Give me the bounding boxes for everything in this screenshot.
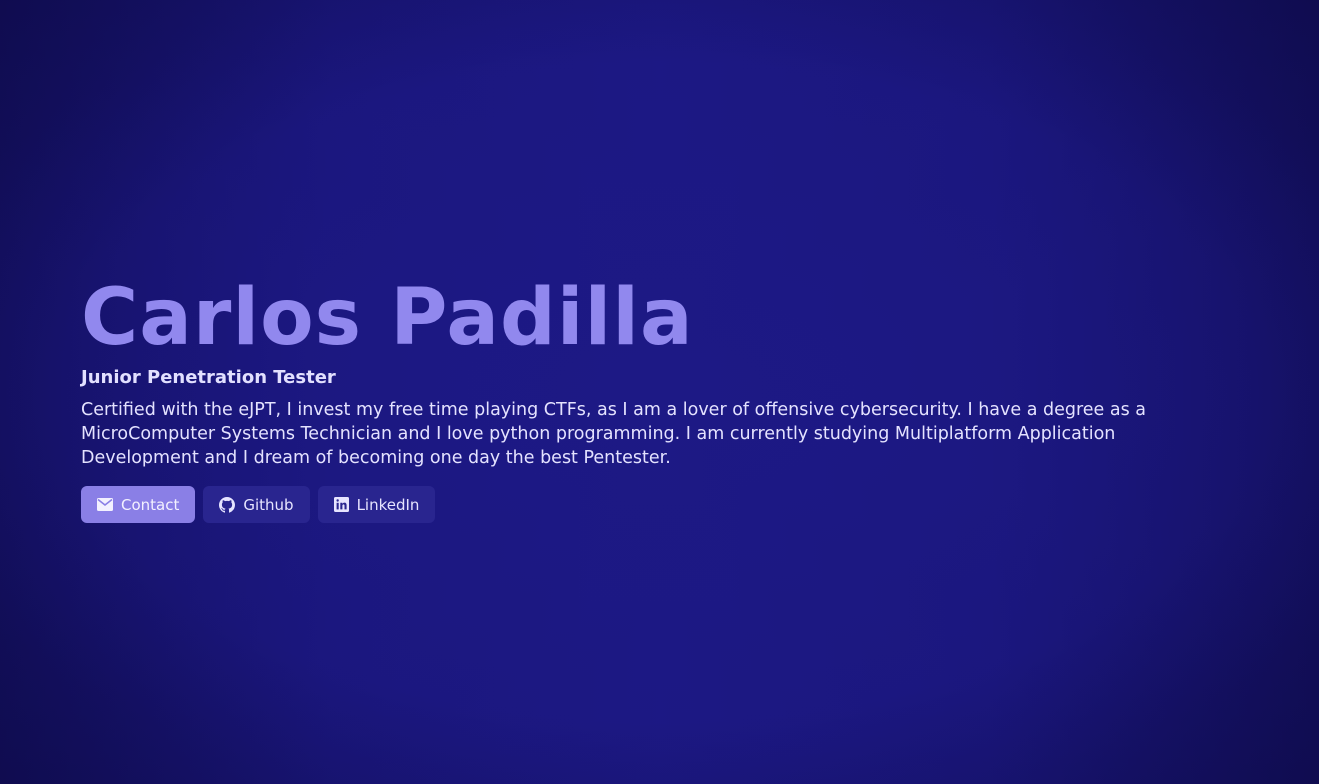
hero-role: Junior Penetration Tester (81, 367, 336, 388)
github-icon (219, 496, 236, 513)
hero-section: Carlos Padilla Junior Penetration Tester… (81, 272, 1191, 523)
linkedin-button[interactable]: LinkedIn (317, 486, 436, 523)
hero-name: Carlos Padilla (81, 273, 694, 363)
contact-button[interactable]: Contact (81, 486, 196, 523)
hero-bio: Certified with the eJPT, I invest my fre… (81, 400, 1146, 468)
envelope-icon (97, 498, 113, 511)
hero-actions: Contact Github LinkedIn (81, 486, 1191, 523)
contact-button-label: Contact (121, 495, 180, 514)
github-button[interactable]: Github (203, 486, 310, 523)
github-button-label: Github (243, 495, 294, 514)
linkedin-button-label: LinkedIn (356, 495, 420, 514)
linkedin-icon (333, 497, 349, 512)
